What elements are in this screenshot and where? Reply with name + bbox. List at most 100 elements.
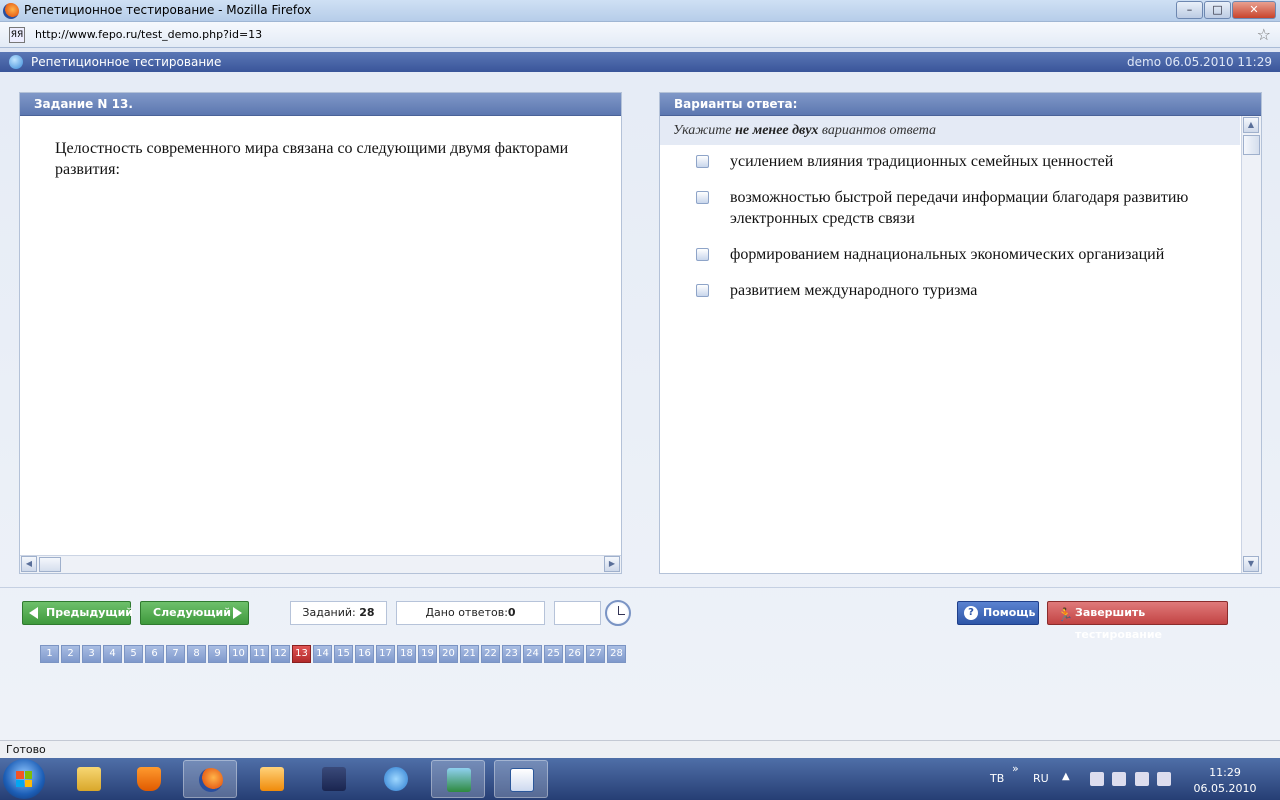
horizontal-scrollbar[interactable]: ◀ ▶ <box>20 555 621 573</box>
scroll-thumb[interactable] <box>1243 135 1260 155</box>
site-identity-icon[interactable]: ЯЯ <box>9 27 25 43</box>
scroll-thumb[interactable] <box>39 557 61 572</box>
page-button-10[interactable]: 10 <box>229 645 248 663</box>
clock-time[interactable]: 11:29 <box>1195 766 1255 779</box>
scroll-up-icon[interactable]: ▲ <box>1243 117 1259 133</box>
scroll-left-icon[interactable]: ◀ <box>21 556 37 572</box>
checkbox[interactable] <box>696 248 709 261</box>
checkbox[interactable] <box>696 191 709 204</box>
close-button[interactable]: ✕ <box>1232 1 1276 19</box>
page-button-28[interactable]: 28 <box>607 645 626 663</box>
page-button-26[interactable]: 26 <box>565 645 584 663</box>
vertical-scrollbar[interactable]: ▲ ▼ <box>1241 116 1261 573</box>
page-button-23[interactable]: 23 <box>502 645 521 663</box>
device-icon[interactable] <box>1112 772 1126 786</box>
answer-option-3[interactable]: формированием наднациональных экономичес… <box>660 244 1240 265</box>
page-button-20[interactable]: 20 <box>439 645 458 663</box>
answered-count: 0 <box>507 606 516 619</box>
word-icon <box>510 768 534 792</box>
page-button-3[interactable]: 3 <box>82 645 101 663</box>
answers-header: Варианты ответа: <box>660 93 1261 116</box>
app-header: Репетиционное тестирование demo 06.05.20… <box>0 52 1280 72</box>
taskbar-itunes[interactable] <box>369 760 423 798</box>
language-indicator[interactable]: RU <box>1033 772 1049 785</box>
status-text: Готово <box>6 743 46 756</box>
clock-date[interactable]: 06.05.2010 <box>1190 782 1260 795</box>
show-hidden-icons-icon[interactable]: ▲ <box>1062 771 1070 782</box>
option-label: развитием международного туризма <box>730 282 978 299</box>
taskbar-explorer[interactable] <box>62 760 116 798</box>
vlc-icon <box>137 767 161 791</box>
page-button-7[interactable]: 7 <box>166 645 185 663</box>
scroll-right-icon[interactable]: ▶ <box>604 556 620 572</box>
timer-box <box>554 601 601 625</box>
toolbar-more-icon[interactable]: » <box>1012 762 1019 775</box>
page-button-19[interactable]: 19 <box>418 645 437 663</box>
bookmark-star-icon[interactable]: ☆ <box>1257 25 1271 44</box>
network-icon[interactable] <box>1135 772 1149 786</box>
media-player-icon <box>260 767 284 791</box>
page-button-21[interactable]: 21 <box>460 645 479 663</box>
checkbox[interactable] <box>696 284 709 297</box>
scroll-down-icon[interactable]: ▼ <box>1243 556 1259 572</box>
taskbar-media-player[interactable] <box>245 760 299 798</box>
taskbar-vlc[interactable] <box>122 760 176 798</box>
page-button-16[interactable]: 16 <box>355 645 374 663</box>
photo-icon <box>447 768 471 792</box>
taskbar-save[interactable] <box>307 760 361 798</box>
taskbar-word[interactable] <box>494 760 548 798</box>
task-pager: 1 2 3 4 5 6 7 8 9 10 11 12 13 14 15 16 17 18 19 20 21 22 23 24 2… <box>40 645 628 663</box>
start-button[interactable] <box>3 759 45 799</box>
running-man-icon: 🏃 <box>1057 608 1074 623</box>
page-button-6[interactable]: 6 <box>145 645 164 663</box>
taskbar-photo-viewer[interactable] <box>431 760 485 798</box>
page-button-15[interactable]: 15 <box>334 645 353 663</box>
page-button-4[interactable]: 4 <box>103 645 122 663</box>
firefox-icon <box>199 768 223 792</box>
page-button-1[interactable]: 1 <box>40 645 59 663</box>
next-button[interactable]: Следующий <box>140 601 249 625</box>
page-button-13[interactable]: 13 <box>292 645 311 663</box>
page-button-17[interactable]: 17 <box>376 645 395 663</box>
windows-taskbar: ТВ » RU ▲ 11:29 06.05.2010 <box>0 758 1280 800</box>
finish-test-button[interactable]: 🏃 Завершить тестирование <box>1047 601 1228 641</box>
answer-option-2[interactable]: возможностью быстрой передачи информации… <box>660 187 1240 229</box>
finish-label: Завершить тестирование <box>1075 606 1163 641</box>
tasks-count: 28 <box>359 606 375 619</box>
clock-icon <box>605 600 631 626</box>
page-button-27[interactable]: 27 <box>586 645 605 663</box>
taskbar-firefox[interactable] <box>183 760 237 798</box>
arrow-right-icon <box>233 607 242 619</box>
option-label: возможностью быстрой передачи информации… <box>730 189 1189 227</box>
help-button[interactable]: ? Помощь <box>957 601 1039 625</box>
volume-icon[interactable] <box>1157 772 1171 786</box>
page-button-8[interactable]: 8 <box>187 645 206 663</box>
user-date-info: demo 06.05.2010 11:29 <box>1127 55 1272 69</box>
page-button-14[interactable]: 14 <box>313 645 332 663</box>
page-button-18[interactable]: 18 <box>397 645 416 663</box>
previous-button[interactable]: Предыдущий <box>22 601 133 625</box>
answered-label: Дано ответов: <box>425 606 508 619</box>
page-button-22[interactable]: 22 <box>481 645 500 663</box>
page-button-2[interactable]: 2 <box>61 645 80 663</box>
app-title: Репетиционное тестирование <box>31 55 222 69</box>
checkbox[interactable] <box>696 155 709 168</box>
page-button-24[interactable]: 24 <box>523 645 542 663</box>
page-button-11[interactable]: 11 <box>250 645 269 663</box>
task-panel: Задание N 13. Целостность современного м… <box>19 92 622 574</box>
network-error-icon[interactable] <box>1090 772 1104 786</box>
status-bar: Готово <box>0 740 1280 758</box>
answer-option-4[interactable]: развитием международного туризма <box>660 280 1240 301</box>
minimize-button[interactable]: – <box>1176 1 1203 19</box>
page-button-25[interactable]: 25 <box>544 645 563 663</box>
arrow-left-icon <box>29 607 38 619</box>
page-button-5[interactable]: 5 <box>124 645 143 663</box>
tasks-label: Заданий: <box>302 606 356 619</box>
answer-option-1[interactable]: усилением влияния традиционных семейных … <box>660 151 1240 172</box>
page-button-9[interactable]: 9 <box>208 645 227 663</box>
page-button-12[interactable]: 12 <box>271 645 290 663</box>
instruction-pre: Укажите <box>673 123 736 138</box>
toolbar-label[interactable]: ТВ <box>990 772 1004 785</box>
url-field[interactable]: http://www.fepo.ru/test_demo.php?id=13 <box>35 28 262 41</box>
maximize-button[interactable]: □ <box>1204 1 1231 19</box>
